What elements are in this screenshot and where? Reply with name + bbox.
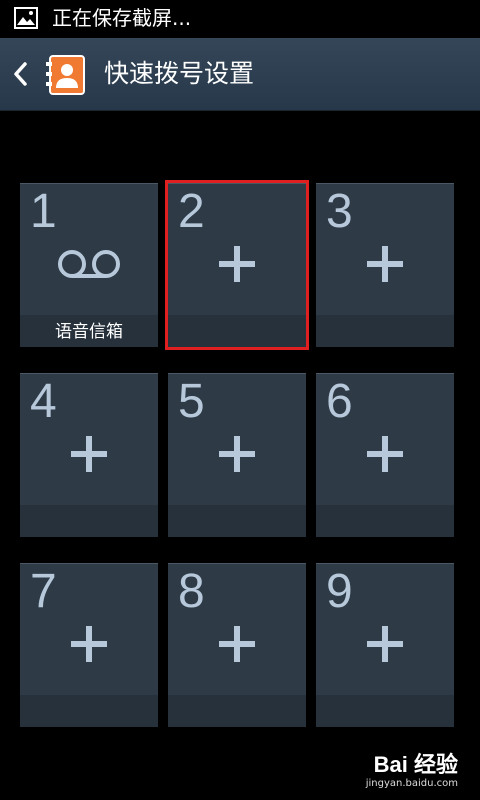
tile-label: 语音信箱	[55, 322, 123, 342]
watermark-url: jingyan.baidu.com	[365, 778, 458, 789]
plus-icon	[71, 436, 107, 472]
page-title: 快速拨号设置	[104, 59, 255, 88]
plus-icon	[219, 626, 255, 662]
speed-dial-tile-4[interactable]: 4	[20, 373, 158, 537]
screen: 正在保存截屏... 快速拨号设置 1 语音信箱 2 3 4 5 6 7 8 9 …	[0, 0, 480, 800]
tile-number: 7	[30, 565, 57, 618]
tile-number: 4	[30, 375, 57, 428]
status-bar: 正在保存截屏...	[0, 0, 480, 38]
tile-number: 5	[178, 375, 205, 428]
tile-number: 1	[30, 185, 57, 238]
speed-dial-tile-9[interactable]: 9	[316, 563, 454, 727]
tile-number: 6	[326, 375, 353, 428]
baidu-jingyan-watermark: Bai 经验 jingyan.baidu.com	[366, 752, 458, 790]
plus-icon	[71, 626, 107, 662]
plus-icon	[367, 436, 403, 472]
speed-dial-tile-3[interactable]: 3	[316, 183, 454, 347]
plus-icon	[219, 246, 255, 282]
chevron-left-icon[interactable]	[10, 60, 30, 88]
image-icon	[14, 7, 38, 29]
voicemail-icon	[58, 250, 120, 278]
watermark-logo: Bai 经验	[373, 752, 458, 777]
speed-dial-tile-8[interactable]: 8	[168, 563, 306, 727]
tile-number: 9	[326, 565, 353, 618]
speed-dial-tile-6[interactable]: 6	[316, 373, 454, 537]
speed-dial-tile-7[interactable]: 7	[20, 563, 158, 727]
title-bar: 快速拨号设置	[0, 38, 480, 111]
tile-number: 3	[326, 185, 353, 238]
plus-icon	[219, 436, 255, 472]
speed-dial-tile-1[interactable]: 1 语音信箱	[20, 183, 158, 347]
speed-dial-tile-2[interactable]: 2	[165, 180, 309, 350]
contact-book-icon[interactable]	[44, 54, 88, 96]
plus-icon	[367, 246, 403, 282]
tile-number: 2	[178, 185, 205, 238]
plus-icon	[367, 626, 403, 662]
status-message: 正在保存截屏...	[52, 6, 192, 30]
speed-dial-tile-5[interactable]: 5	[168, 373, 306, 537]
tile-number: 8	[178, 565, 205, 618]
